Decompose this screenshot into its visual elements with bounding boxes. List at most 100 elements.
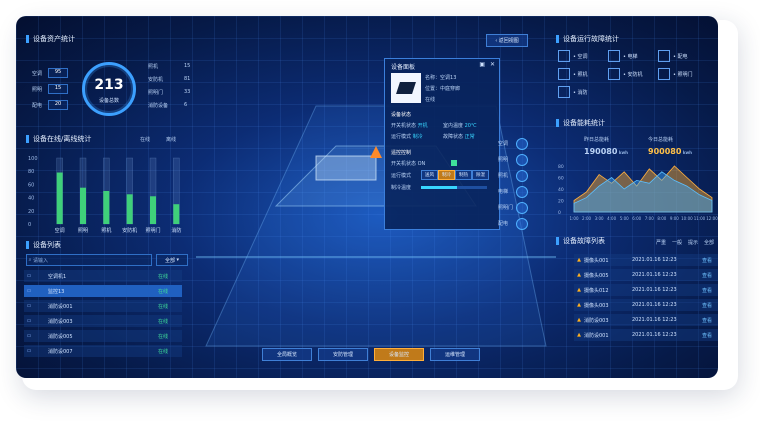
warning-icon: ▲ bbox=[577, 287, 581, 293]
fault-time: 2021.01.16 12:23 bbox=[632, 287, 677, 293]
mode-button[interactable]: 制冷 bbox=[438, 170, 455, 180]
bar bbox=[56, 172, 63, 224]
checkpoint-label: 照机 bbox=[498, 173, 509, 179]
nav-tab[interactable]: 运维管理 bbox=[430, 348, 480, 361]
search-placeholder: 请输入 bbox=[32, 257, 48, 264]
checkpoint-label: 空调 bbox=[498, 141, 509, 147]
status-badge: 在线 bbox=[158, 303, 169, 310]
fault-legend[interactable]: 严重 bbox=[656, 239, 666, 246]
fault-time: 2021.01.16 12:23 bbox=[632, 317, 677, 323]
fault-stat-item[interactable]: • 配电 bbox=[658, 50, 688, 62]
fault-legend[interactable]: 一般 bbox=[672, 239, 682, 246]
fault-row[interactable]: ▲ 摄像头005 2021.01.16 12:23 查看 bbox=[574, 269, 718, 281]
fault-stat-label: • 配电 bbox=[673, 53, 688, 60]
eye-icon[interactable] bbox=[516, 202, 528, 214]
switch-row: 开关机状态 开机 bbox=[391, 123, 428, 129]
close-icon[interactable]: ✕ bbox=[490, 61, 495, 68]
fault-row[interactable]: ▲ 摄像头003 2021.01.16 12:23 查看 bbox=[574, 299, 718, 311]
eye-icon[interactable] bbox=[516, 154, 528, 166]
view-link[interactable]: 查看 bbox=[702, 317, 718, 324]
fault-time: 2021.01.16 12:23 bbox=[632, 257, 677, 263]
x-tick-label: 7:00 bbox=[645, 216, 654, 221]
checkpoint-label: 电梯 bbox=[498, 189, 509, 195]
x-tick-label: 照机 bbox=[101, 227, 111, 234]
fault-row[interactable]: ▲ 摄像头012 2021.01.16 12:23 查看 bbox=[574, 284, 718, 296]
yesterday-label: 昨日总能耗 bbox=[584, 137, 610, 143]
asset-right-label: 照机 bbox=[148, 64, 159, 70]
fire-icon bbox=[558, 86, 570, 98]
scene-3d bbox=[196, 105, 556, 347]
eye-icon[interactable] bbox=[516, 170, 528, 182]
y-tick-label: 40 bbox=[28, 196, 34, 202]
asset-left-label: 配电 bbox=[32, 103, 43, 109]
table-row[interactable]: ▭ 消防设003 在线 bbox=[24, 315, 182, 327]
device-search-box[interactable]: ⌕ 请输入 bbox=[26, 254, 152, 266]
table-row[interactable]: ▭ 消防设001 在线 bbox=[24, 300, 182, 312]
fault-stat-item[interactable]: • 消防 bbox=[558, 86, 588, 98]
eye-icon[interactable] bbox=[516, 138, 528, 150]
device-filter-select[interactable]: 全部 ▾ bbox=[156, 254, 188, 266]
x-tick-label: 12:00 bbox=[706, 216, 718, 221]
status-badge: 在线 bbox=[158, 318, 169, 325]
legend-online: 在线 bbox=[140, 137, 151, 143]
fault-stat-item[interactable]: • 安防机 bbox=[608, 68, 643, 80]
fault-stat-item[interactable]: • 空调 bbox=[558, 50, 588, 62]
device-name: 消防设005 bbox=[48, 333, 73, 340]
y-tick-label: 80 bbox=[28, 169, 34, 175]
power-icon bbox=[658, 50, 670, 62]
fault-time: 2021.01.16 12:23 bbox=[632, 302, 677, 308]
back-view-button[interactable]: ‹ 返回视图 bbox=[486, 34, 528, 47]
fault-legend[interactable]: 提示 bbox=[688, 239, 698, 246]
fault-stat-item[interactable]: • 电梯 bbox=[608, 50, 638, 62]
fault-row[interactable]: ▲ 消防设001 2021.01.16 12:23 查看 bbox=[574, 329, 718, 341]
asset-left-value: 20 bbox=[48, 100, 68, 110]
status-badge: 在线 bbox=[158, 333, 169, 340]
chevron-down-icon: ▾ bbox=[174, 257, 180, 263]
fault-row[interactable]: ▲ 摄像头001 2021.01.16 12:23 查看 bbox=[574, 254, 718, 266]
asset-left-label: 空调 bbox=[32, 71, 43, 77]
table-row[interactable]: ▭ 消防设007 在线 bbox=[24, 345, 182, 357]
bar bbox=[173, 204, 180, 224]
view-link[interactable]: 查看 bbox=[702, 272, 718, 279]
fault-legend[interactable]: 全部 bbox=[704, 239, 714, 246]
mode-button[interactable]: 送风 bbox=[421, 170, 438, 180]
mode-button[interactable]: 制热 bbox=[455, 170, 472, 180]
ground-line bbox=[196, 256, 556, 258]
fault-stat-item[interactable]: • 照明门 bbox=[658, 68, 693, 80]
view-link[interactable]: 查看 bbox=[702, 257, 718, 264]
eye-icon[interactable] bbox=[516, 186, 528, 198]
pin-icon[interactable]: ▣ bbox=[479, 61, 485, 68]
table-row[interactable]: ▭ 空调机1 在线 bbox=[24, 270, 182, 282]
eye-icon[interactable] bbox=[516, 218, 528, 230]
asset-stats-title: 设备资产统计 bbox=[26, 34, 75, 44]
online-status: 在线 bbox=[425, 97, 436, 103]
temp-row: 室内温度 20℃ bbox=[443, 123, 477, 129]
view-link[interactable]: 查看 bbox=[702, 287, 718, 294]
table-row[interactable]: ▭ 消防设005 在线 bbox=[24, 330, 182, 342]
x-tick-label: 5:00 bbox=[620, 216, 629, 221]
temp-slider-track[interactable] bbox=[421, 186, 487, 189]
asset-right-value: 15 bbox=[184, 63, 191, 69]
mode-button[interactable]: 除湿 bbox=[472, 170, 489, 180]
fault-stat-item[interactable]: • 照机 bbox=[558, 68, 588, 80]
x-tick-label: 安防机 bbox=[122, 227, 137, 234]
ctrl-mode-label: 运行模式 bbox=[391, 173, 412, 179]
x-tick-label: 照明 bbox=[78, 228, 88, 234]
table-row[interactable]: ▭ 监控13 在线 bbox=[24, 285, 182, 297]
device-model bbox=[315, 155, 377, 181]
fault-device-name: 消防设003 bbox=[584, 317, 609, 324]
nav-tab[interactable]: 全局概览 bbox=[262, 348, 312, 361]
warning-icon: ▲ bbox=[577, 302, 581, 308]
bar bbox=[80, 187, 86, 224]
switch-toggle[interactable] bbox=[451, 160, 457, 166]
y-tick-label: 0 bbox=[28, 222, 31, 228]
fault-row[interactable]: ▲ 消防设003 2021.01.16 12:23 查看 bbox=[574, 314, 718, 326]
warning-icon: ▲ bbox=[577, 317, 581, 323]
view-link[interactable]: 查看 bbox=[702, 302, 718, 309]
warning-icon: ▲ bbox=[577, 332, 581, 338]
checkpoint-label: 照明门 bbox=[498, 205, 514, 211]
nav-tab[interactable]: 设备监控 bbox=[374, 348, 424, 361]
view-link[interactable]: 查看 bbox=[702, 332, 718, 339]
fault-device-name: 消防设001 bbox=[584, 332, 609, 339]
nav-tab[interactable]: 安防管理 bbox=[318, 348, 368, 361]
